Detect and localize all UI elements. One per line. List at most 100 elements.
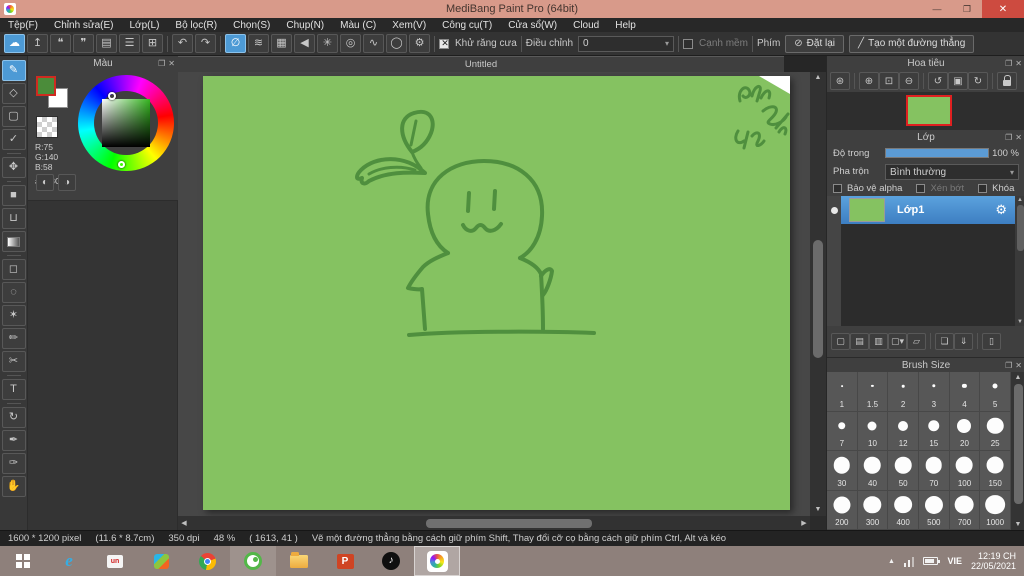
menu-item-9[interactable]: Cửa sổ(W)	[500, 20, 565, 31]
nav-reset-rotation-icon[interactable]: ▣	[948, 72, 968, 90]
new-1bit-layer-button[interactable]: ▥	[869, 332, 888, 350]
brush-tool[interactable]: ✎	[1, 60, 26, 81]
start-button[interactable]	[0, 546, 46, 576]
taskbar-unikey[interactable]: un	[92, 546, 138, 576]
taskbar-medibang[interactable]	[414, 546, 460, 576]
document-tab[interactable]: Untitled	[178, 56, 784, 72]
brush-size-700[interactable]: 700	[949, 490, 981, 530]
saturation-value-square[interactable]	[102, 99, 150, 147]
curve-brush-icon[interactable]: ∿	[363, 34, 384, 53]
comment-panel-icon[interactable]: ❞	[73, 34, 94, 53]
scroll-up-icon[interactable]: ▲	[1015, 196, 1024, 204]
brush-size-50[interactable]: 50	[888, 451, 919, 491]
brush-size-20[interactable]: 20	[949, 411, 981, 451]
tray-expand-icon[interactable]: ▲	[888, 558, 895, 565]
scroll-right-icon[interactable]: ▶	[798, 519, 810, 527]
parallel-brush-icon[interactable]: ≋	[248, 34, 269, 53]
undo-icon[interactable]: ↶	[172, 34, 193, 53]
brush-scrollbar[interactable]: ▲ ▼	[1011, 372, 1024, 530]
foreground-color-swatch[interactable]	[36, 76, 56, 96]
hue-indicator[interactable]	[118, 161, 125, 168]
brush-size-400[interactable]: 400	[888, 490, 919, 530]
duplicate-layer-button[interactable]: ❏	[935, 332, 954, 350]
eyedropper-tool[interactable]: ✒	[1, 430, 26, 451]
layer-thumbnail[interactable]	[849, 198, 885, 222]
rotate-view-tool[interactable]: ↻	[1, 407, 26, 428]
brush-size-300[interactable]: 300	[857, 490, 889, 530]
brush-size-30[interactable]: 30	[827, 451, 858, 491]
brush-size-10[interactable]: 10	[857, 411, 889, 451]
brush-size-5[interactable]: 5	[980, 372, 1011, 412]
brush-size-7[interactable]: 7	[827, 411, 858, 451]
navigator-thumbnail[interactable]	[906, 95, 952, 126]
color-wheel[interactable]	[78, 75, 174, 171]
taskbar-chrome[interactable]	[184, 546, 230, 576]
brush-settings-icon[interactable]: ⚙	[409, 34, 430, 53]
canvas[interactable]	[203, 76, 790, 510]
move-tool[interactable]: ✥	[1, 157, 26, 178]
new-layer-button[interactable]: ▢	[831, 332, 850, 350]
taskbar-bluestacks[interactable]	[138, 546, 184, 576]
bucket-tool[interactable]: ⊔	[1, 208, 26, 229]
nav-rotate-cw-icon[interactable]: ↻	[968, 72, 988, 90]
popout-icon[interactable]: ❐	[1005, 59, 1012, 68]
brush-size-12[interactable]: 12	[888, 411, 919, 451]
crosshatch-brush-icon[interactable]: ▦	[271, 34, 292, 53]
nav-fit-icon[interactable]: ⊡	[879, 72, 899, 90]
brush-size-1[interactable]: 1	[827, 372, 858, 412]
divide-tool[interactable]: ✑	[1, 453, 26, 474]
minimize-button[interactable]: —	[922, 0, 952, 18]
brush-size-1000[interactable]: 1000	[980, 490, 1011, 530]
text-tool[interactable]: T	[1, 379, 26, 400]
close-icon[interactable]: ✕	[1015, 361, 1022, 370]
soft-edge-checkbox-box[interactable]	[683, 38, 694, 49]
protect-alpha-checkbox[interactable]	[833, 183, 842, 193]
taskbar-file-explorer[interactable]	[276, 546, 322, 576]
popout-icon[interactable]: ❐	[158, 59, 165, 68]
canvas-viewport[interactable]	[178, 72, 810, 516]
new-8bit-layer-button[interactable]: ▤	[850, 332, 869, 350]
taskbar-powerpoint[interactable]: P	[322, 546, 368, 576]
taskbar-coccoc[interactable]	[230, 546, 276, 576]
menu-item-5[interactable]: Chụp(N)	[278, 20, 332, 31]
fg-bg-swatches[interactable]	[36, 76, 70, 110]
blend-dropdown[interactable]: Bình thường	[885, 164, 1019, 180]
grid-add-icon[interactable]: ⊞	[142, 34, 163, 53]
comment-icon[interactable]: ❝	[50, 34, 71, 53]
brush-size-150[interactable]: 150	[980, 451, 1011, 491]
redo-icon[interactable]: ↷	[195, 34, 216, 53]
nav-zoom-in-icon[interactable]: ⊕	[859, 72, 879, 90]
nav-rotate-ccw-icon[interactable]: ↺	[928, 72, 948, 90]
no-symmetry-icon[interactable]: ∅	[225, 34, 246, 53]
polyline-tool[interactable]: ✓	[1, 129, 26, 150]
maximize-button[interactable]: ❐	[952, 0, 982, 18]
lasso-tool[interactable]: ◌	[1, 282, 26, 303]
popout-icon[interactable]: ❐	[1005, 361, 1012, 370]
brush-size-2[interactable]: 2	[888, 372, 919, 412]
select-eraser-tool[interactable]: ✂	[1, 351, 26, 372]
mirror-brush-icon[interactable]: ◀	[294, 34, 315, 53]
brush-size-4[interactable]: 4	[949, 372, 981, 412]
brush-size-25[interactable]: 25	[980, 411, 1011, 451]
brush-size-500[interactable]: 500	[918, 490, 950, 530]
brush-size-70[interactable]: 70	[918, 451, 950, 491]
menu-item-7[interactable]: Xem(V)	[384, 20, 434, 31]
make-line-button[interactable]: ╱ Tạo một đường thẳng	[849, 34, 975, 53]
select-pen-tool[interactable]: ✏	[1, 328, 26, 349]
clipping-checkbox[interactable]	[916, 183, 926, 193]
fill-rect-tool[interactable]: ■	[1, 185, 26, 206]
language-indicator[interactable]: VIE	[947, 556, 962, 566]
cloud-sync-icon[interactable]: ☁	[4, 34, 25, 53]
circle-brush-icon[interactable]: ◯	[386, 34, 407, 53]
layer-visibility-icon[interactable]	[830, 207, 838, 214]
menu-item-3[interactable]: Bộ lọc(R)	[167, 20, 225, 31]
nav-zoom-tool-icon[interactable]: ⊛	[830, 72, 850, 90]
taskbar-internet-explorer[interactable]: e	[46, 546, 92, 576]
battery-icon[interactable]	[923, 557, 941, 565]
antialias-checkbox-box[interactable]	[439, 38, 450, 49]
menu-item-10[interactable]: Cloud	[565, 20, 607, 31]
eraser-tool[interactable]: ◇	[1, 83, 26, 104]
brush-scroll-thumb[interactable]	[1013, 384, 1023, 504]
layer-settings-gear-icon[interactable]: ⚙	[995, 202, 1007, 218]
soft-edge-checkbox[interactable]: Cạnh mềm	[683, 38, 748, 49]
